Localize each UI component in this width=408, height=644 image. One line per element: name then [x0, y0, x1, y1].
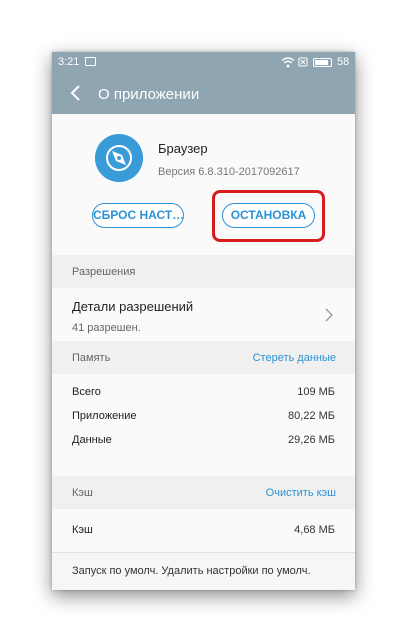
phone-screen: 3:21 58 О приложении Браузер Версия 6.8.…	[52, 52, 355, 590]
status-bar: 3:21 58	[52, 52, 355, 72]
memory-row: Всего 109 МБ	[52, 386, 355, 406]
memory-row-value: 109 МБ	[297, 386, 335, 398]
clear-data-link[interactable]: Стереть данные	[253, 352, 336, 364]
reset-settings-button[interactable]: СБРОС НАСТ…	[92, 203, 184, 228]
cache-section-header: Кэш Очистить кэш	[52, 476, 355, 509]
memory-row-value: 29,26 МБ	[288, 434, 335, 446]
memory-row-label: Приложение	[72, 410, 137, 422]
permissions-details-title: Детали разрешений	[72, 299, 194, 314]
app-name: Браузер	[158, 141, 208, 156]
permissions-section-header: Разрешения	[52, 255, 355, 288]
highlight-box	[212, 190, 325, 242]
no-sim-icon	[298, 57, 308, 67]
app-version: Версия 6.8.310-2017092617	[158, 166, 300, 178]
permissions-details-row[interactable]: Детали разрешений 41 разрешен.	[52, 288, 355, 341]
app-bar: О приложении	[52, 72, 355, 114]
memory-row-value: 80,22 МБ	[288, 410, 335, 422]
top-bar: 3:21 58 О приложении	[52, 52, 355, 114]
memory-row-label: Данные	[72, 434, 112, 446]
status-time: 3:21	[58, 56, 80, 68]
app-info-card: Браузер Версия 6.8.310-2017092617 СБРОС …	[52, 114, 355, 255]
battery-percent: 58	[337, 56, 350, 68]
page-title: О приложении	[98, 86, 200, 103]
memory-row-label: Всего	[72, 386, 101, 398]
cache-row-value: 4,68 МБ	[294, 524, 335, 536]
default-launch-text: Запуск по умолч. Удалить настройки по ум…	[72, 565, 311, 577]
memory-panel: Всего 109 МБ Приложение 80,22 МБ Данные …	[52, 374, 355, 476]
memory-section-label: Память	[72, 352, 111, 364]
battery-icon	[313, 58, 332, 67]
chevron-right-icon	[325, 308, 333, 322]
default-launch-row[interactable]: Запуск по умолч. Удалить настройки по ум…	[52, 553, 355, 590]
cache-row-label: Кэш	[72, 524, 93, 536]
memory-row: Данные 29,26 МБ	[52, 434, 355, 454]
back-arrow-icon[interactable]	[68, 83, 84, 103]
permissions-count: 41 разрешен.	[72, 322, 141, 334]
image-notification-icon	[85, 57, 96, 66]
memory-row: Приложение 80,22 МБ	[52, 410, 355, 430]
cache-section-label: Кэш	[72, 487, 93, 499]
cache-panel: Кэш 4,68 МБ	[52, 509, 355, 552]
browser-compass-icon	[95, 134, 143, 182]
cache-row: Кэш 4,68 МБ	[52, 524, 355, 544]
permissions-section-label: Разрешения	[72, 266, 136, 278]
wifi-icon	[281, 57, 295, 68]
clear-cache-link[interactable]: Очистить кэш	[266, 487, 336, 499]
memory-section-header: Память Стереть данные	[52, 341, 355, 374]
